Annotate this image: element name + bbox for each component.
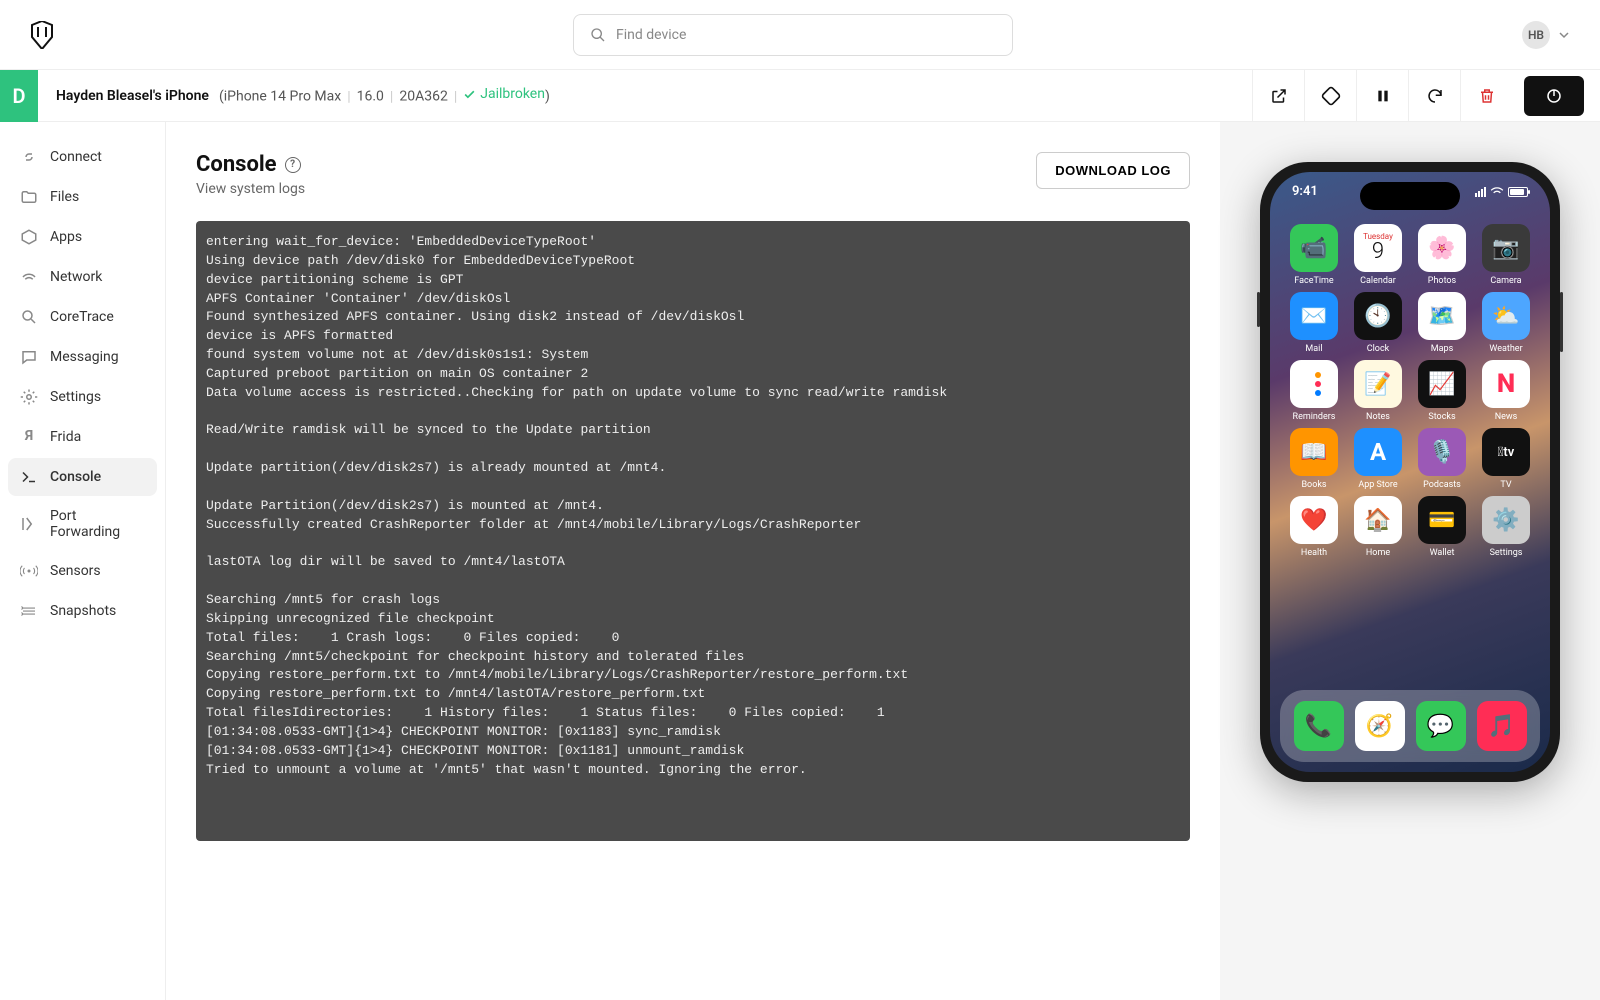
device-bar: D Hayden Bleasel's iPhone (iPhone 14 Pro… <box>0 70 1600 122</box>
app-camera[interactable]: 📷Camera <box>1478 224 1534 286</box>
device-meta: (iPhone 14 Pro Max|16.0|20A362|Jailbroke… <box>219 86 550 105</box>
rotate-button[interactable] <box>1304 70 1356 122</box>
phone-frame: 9:41 📹FaceTimeTuesday9Calendar🌸Photos📷Ca… <box>1260 162 1560 782</box>
app-tv[interactable]: tvTV <box>1478 428 1534 490</box>
search-icon <box>590 27 606 43</box>
status-time: 9:41 <box>1292 184 1318 199</box>
app-settings[interactable]: ⚙️Settings <box>1478 496 1534 558</box>
pause-button[interactable] <box>1356 70 1408 122</box>
refresh-button[interactable] <box>1408 70 1460 122</box>
app-mail[interactable]: ✉️Mail <box>1286 292 1342 354</box>
app-calendar[interactable]: Tuesday9Calendar <box>1350 224 1406 286</box>
app-facetime[interactable]: 📹FaceTime <box>1286 224 1342 286</box>
app-podcasts[interactable]: 🎙️Podcasts <box>1414 428 1470 490</box>
dock: 📞🧭💬🎵 <box>1280 690 1540 762</box>
battery-icon <box>1508 187 1528 197</box>
wifi-icon <box>1490 187 1504 197</box>
device-preview: 9:41 📹FaceTimeTuesday9Calendar🌸Photos📷Ca… <box>1220 122 1600 1000</box>
avatar: HB <box>1522 21 1550 49</box>
sidebar-item-settings[interactable]: Settings <box>8 378 157 416</box>
app-books[interactable]: 📖Books <box>1286 428 1342 490</box>
status-bar: 9:41 <box>1270 184 1550 199</box>
sidebar-item-apps[interactable]: Apps <box>8 218 157 256</box>
sidebar-item-sensors[interactable]: Sensors <box>8 552 157 590</box>
content: Console ? View system logs DOWNLOAD LOG … <box>166 122 1220 1000</box>
page-title: Console ? <box>196 152 305 177</box>
chevron-down-icon <box>1558 29 1570 41</box>
logo-icon <box>30 21 54 49</box>
sidebar-item-files[interactable]: Files <box>8 178 157 216</box>
download-log-button[interactable]: DOWNLOAD LOG <box>1036 152 1190 189</box>
device-name: Hayden Bleasel's iPhone <box>56 88 209 104</box>
open-external-button[interactable] <box>1252 70 1304 122</box>
sidebar-item-messaging[interactable]: Messaging <box>8 338 157 376</box>
app-news[interactable]: NNews <box>1478 360 1534 422</box>
delete-button[interactable] <box>1460 70 1512 122</box>
sidebar-item-coretrace[interactable]: CoreTrace <box>8 298 157 336</box>
sidebar-item-port-forwarding[interactable]: Port Forwarding <box>8 498 157 550</box>
sidebar-item-console[interactable]: Console <box>8 458 157 496</box>
sidebar-item-network[interactable]: Network <box>8 258 157 296</box>
search-input[interactable]: Find device <box>573 14 1013 56</box>
dock-app-messages[interactable]: 💬 <box>1416 701 1466 751</box>
sidebar: Connect Files Apps Network CoreTrace Mes… <box>0 122 166 1000</box>
power-button[interactable] <box>1524 76 1584 116</box>
signal-icon <box>1475 187 1486 197</box>
sidebar-item-connect[interactable]: Connect <box>8 138 157 176</box>
main: Connect Files Apps Network CoreTrace Mes… <box>0 122 1600 1000</box>
page-subtitle: View system logs <box>196 181 305 197</box>
sidebar-item-frida[interactable]: ЯFrida <box>8 418 157 456</box>
app-health[interactable]: ❤️Health <box>1286 496 1342 558</box>
app-stocks[interactable]: 📈Stocks <box>1414 360 1470 422</box>
dock-app-music[interactable]: 🎵 <box>1477 701 1527 751</box>
app-home[interactable]: 🏠Home <box>1350 496 1406 558</box>
topbar: Find device HB <box>0 0 1600 70</box>
dock-app-phone[interactable]: 📞 <box>1294 701 1344 751</box>
console-output[interactable]: entering wait_for_device: 'EmbeddedDevic… <box>196 221 1190 841</box>
app-wallet[interactable]: 💳Wallet <box>1414 496 1470 558</box>
check-icon <box>463 88 476 101</box>
app-weather[interactable]: ⛅Weather <box>1478 292 1534 354</box>
app-clock[interactable]: 🕙Clock <box>1350 292 1406 354</box>
home-apps: 📹FaceTimeTuesday9Calendar🌸Photos📷Camera ✉… <box>1270 224 1550 558</box>
app-notes[interactable]: 📝Notes <box>1350 360 1406 422</box>
app-app-store[interactable]: AApp Store <box>1350 428 1406 490</box>
user-menu[interactable]: HB <box>1522 21 1570 49</box>
app-reminders[interactable]: Reminders <box>1286 360 1342 422</box>
app-photos[interactable]: 🌸Photos <box>1414 224 1470 286</box>
search-placeholder: Find device <box>616 27 686 43</box>
help-icon[interactable]: ? <box>285 157 301 173</box>
app-maps[interactable]: 🗺️Maps <box>1414 292 1470 354</box>
device-badge: D <box>0 70 38 122</box>
phone-screen[interactable]: 9:41 📹FaceTimeTuesday9Calendar🌸Photos📷Ca… <box>1270 172 1550 772</box>
dock-app-safari[interactable]: 🧭 <box>1355 701 1405 751</box>
sidebar-item-snapshots[interactable]: Snapshots <box>8 592 157 630</box>
